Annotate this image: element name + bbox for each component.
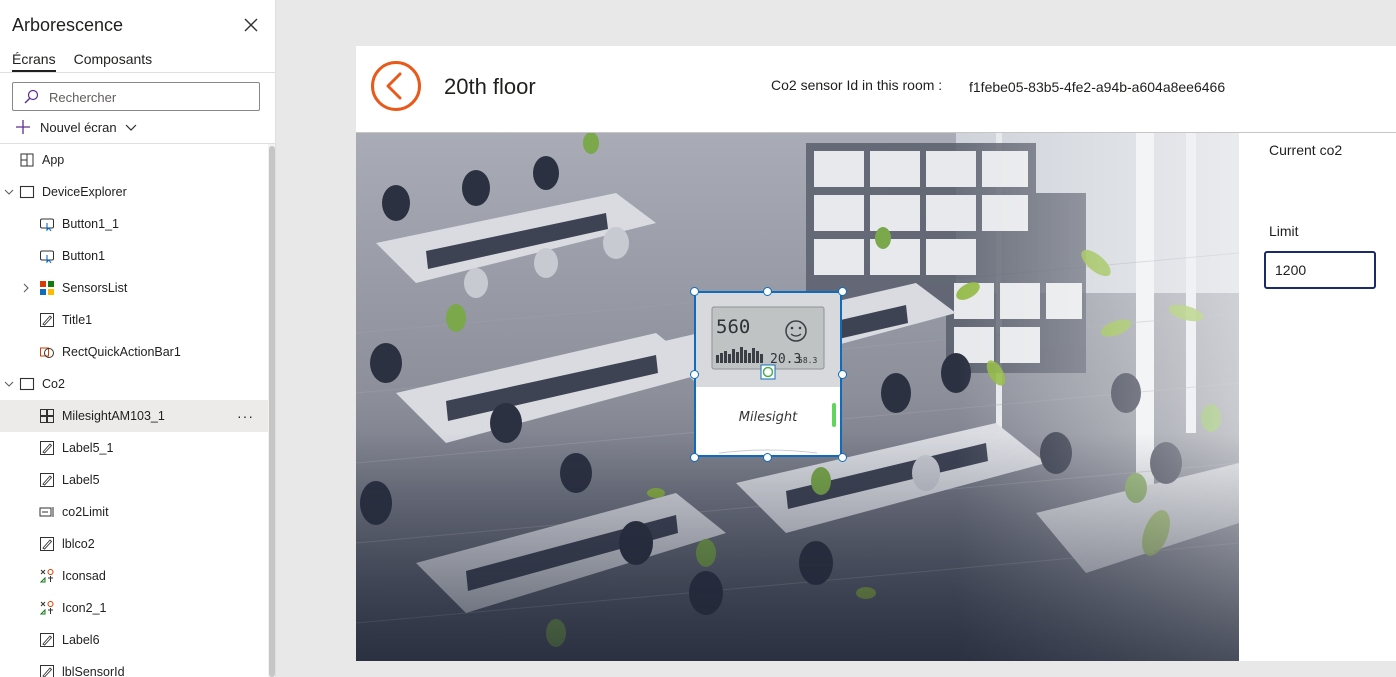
label-icon <box>40 665 54 677</box>
tree-node-label: Title1 <box>62 313 93 327</box>
co2-limit-input[interactable] <box>1264 251 1376 289</box>
tree-list: App DeviceExplorer Button1_1 Button1 Sensors… <box>0 144 268 677</box>
tree-node-label: Co2 <box>42 377 65 391</box>
current-co2-label: Current co2 <box>1269 142 1343 158</box>
chevron-right-icon[interactable] <box>20 282 32 294</box>
tree-node[interactable]: App <box>0 144 268 176</box>
icons-icon <box>39 601 54 615</box>
tree-node[interactable]: Title1 <box>0 304 268 336</box>
chevron-down-icon <box>125 124 137 131</box>
sensor-id-label: Co2 sensor Id in this room : <box>771 77 943 93</box>
tree-node[interactable]: Iconsad <box>0 560 268 592</box>
label-icon <box>40 473 54 487</box>
text-input-icon <box>39 507 54 517</box>
limit-label: Limit <box>1269 223 1299 239</box>
tree-node[interactable]: Label5_1 <box>0 432 268 464</box>
close-icon <box>244 18 258 32</box>
tree-node[interactable]: co2Limit <box>0 496 268 528</box>
scrollbar-thumb[interactable] <box>269 146 275 677</box>
tree-node-label: MilesightAM103_1 <box>62 409 165 423</box>
label-icon <box>40 313 54 327</box>
app-screen-canvas: 20th floor Co2 sensor Id in this room : … <box>356 46 1396 661</box>
search-box[interactable] <box>12 82 260 111</box>
tree-node-label: Button1 <box>62 249 106 263</box>
app-icon <box>20 153 34 167</box>
label-icon <box>40 633 54 647</box>
resize-handle-bottom[interactable] <box>763 453 772 462</box>
tree-view-panel: Arborescence Écrans Composants Nouvel éc… <box>0 0 276 677</box>
panel-title: Arborescence <box>12 15 124 35</box>
resize-handle-top-right[interactable] <box>838 287 847 296</box>
button-icon <box>40 218 54 232</box>
resize-handle-bottom-right[interactable] <box>838 453 847 462</box>
tree-node-label: co2Limit <box>62 505 109 519</box>
tree-node-label: DeviceExplorer <box>42 185 127 199</box>
label-icon <box>40 441 54 455</box>
tree-node-label: lblSensorId <box>62 665 125 677</box>
tree-node[interactable]: Button1_1 <box>0 208 268 240</box>
tab-screens[interactable]: Écrans <box>12 50 56 72</box>
tree-node[interactable]: RectQuickActionBar1 <box>0 336 268 368</box>
tree-node[interactable]: Button1 <box>0 240 268 272</box>
tree-tabs: Écrans Composants <box>12 50 152 72</box>
back-button[interactable] <box>370 60 422 112</box>
tree-node-label: SensorsList <box>62 281 128 295</box>
tree-node-label: Iconsad <box>62 569 106 583</box>
tree-node-label: Label6 <box>62 633 100 647</box>
tree-node[interactable]: SensorsList <box>0 272 268 304</box>
tree-node-label: Button1_1 <box>62 217 119 231</box>
resize-handle-left[interactable] <box>690 370 699 379</box>
resize-handle-right[interactable] <box>838 370 847 379</box>
tree-node[interactable]: Label5 <box>0 464 268 496</box>
milesight-am103-component[interactable]: 560 20.3 58.3 Milesight <box>690 287 847 462</box>
tree-node-label: lblco2 <box>62 537 95 551</box>
gallery-icon <box>40 281 54 295</box>
tree-node-label: RectQuickActionBar1 <box>62 345 181 359</box>
chevron-down-icon[interactable] <box>3 378 15 390</box>
tree-node[interactable]: lblSensorId <box>0 656 268 677</box>
sensor-id-value: f1febe05-83b5-4fe2-a94b-a604a8ee6466 <box>969 79 1226 95</box>
tree-node[interactable]: MilesightAM103_1 ··· <box>0 400 268 432</box>
plus-icon <box>16 120 30 134</box>
tree-node-label: Icon2_1 <box>62 601 107 615</box>
component-icon <box>40 409 54 423</box>
tree-node-label: Label5 <box>62 473 100 487</box>
chevron-down-icon[interactable] <box>3 186 15 198</box>
tree-node[interactable]: Icon2_1 <box>0 592 268 624</box>
back-arrow-icon <box>371 61 421 111</box>
search-input[interactable] <box>49 88 249 106</box>
shape-icon <box>40 347 54 358</box>
search-icon <box>24 89 39 104</box>
resize-handle-top-left[interactable] <box>690 287 699 296</box>
resize-handle-bottom-left[interactable] <box>690 453 699 462</box>
button-icon <box>40 250 54 264</box>
label-icon <box>40 537 54 551</box>
resize-handle-top[interactable] <box>763 287 772 296</box>
tree-node-label: App <box>42 153 65 167</box>
tree-node-label: Label5_1 <box>62 441 114 455</box>
office-background-image: 560 20.3 58.3 Milesight <box>356 133 1239 661</box>
selection-frame <box>694 291 842 457</box>
divider <box>0 72 275 73</box>
tree-node[interactable]: DeviceExplorer <box>0 176 268 208</box>
close-panel-button[interactable] <box>241 15 261 35</box>
icons-icon <box>39 569 54 583</box>
tree-node[interactable]: lblco2 <box>0 528 268 560</box>
tree-node[interactable]: Co2 <box>0 368 268 400</box>
screen-icon <box>19 185 35 199</box>
more-options-button[interactable]: ··· <box>237 408 254 424</box>
new-screen-button[interactable]: Nouvel écran <box>14 117 137 137</box>
tree-node[interactable]: Label6 <box>0 624 268 656</box>
screen-title: 20th floor <box>444 74 536 99</box>
tab-components[interactable]: Composants <box>74 50 153 72</box>
new-screen-label: Nouvel écran <box>40 119 117 135</box>
screen-icon <box>19 377 35 391</box>
